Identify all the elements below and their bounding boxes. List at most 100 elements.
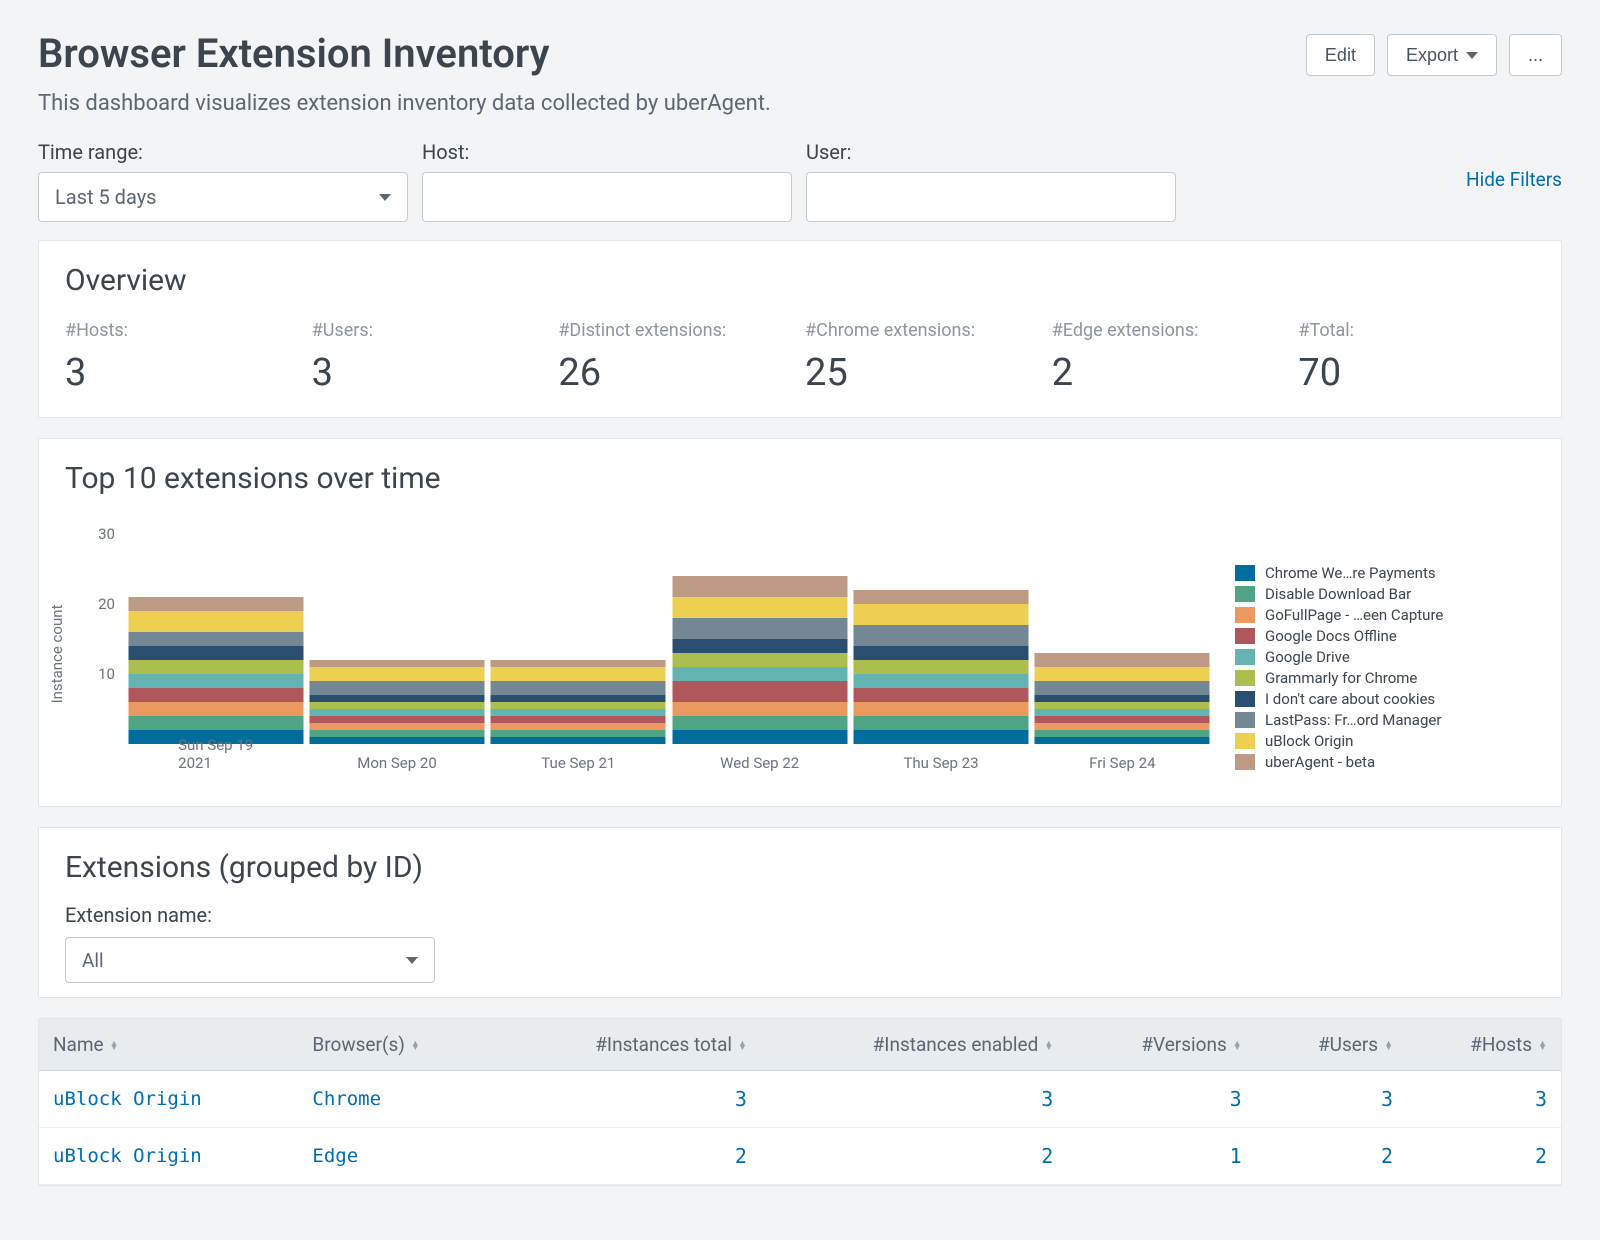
hide-filters-link[interactable]: Hide Filters	[1466, 168, 1562, 195]
legend-label: I don't care about cookies	[1265, 690, 1435, 708]
stat-value: 70	[1298, 351, 1535, 395]
user-input[interactable]	[806, 172, 1176, 222]
bar-segment	[1035, 695, 1210, 702]
column-header[interactable]: #Hosts ▲▼	[1407, 1019, 1561, 1071]
stat-value: 3	[65, 351, 302, 395]
column-header[interactable]: #Instances enabled▲▼	[761, 1019, 1067, 1071]
x-tick: Fri Sep 24	[1089, 754, 1155, 772]
x-tick: Thu Sep 23	[903, 754, 978, 772]
cell-users[interactable]: 2	[1256, 1128, 1407, 1185]
export-button[interactable]: Export	[1387, 34, 1497, 76]
stat-label: #Users:	[312, 320, 549, 341]
cell-versions[interactable]: 1	[1067, 1128, 1255, 1185]
page-title: Browser Extension Inventory	[38, 30, 550, 77]
column-label: Browser(s)	[312, 1033, 404, 1056]
y-tick: 20	[85, 595, 115, 613]
bar-segment	[128, 646, 303, 660]
column-label: #Hosts	[1470, 1033, 1532, 1056]
sort-icon: ▲▼	[1538, 1042, 1547, 1050]
column-header[interactable]: #Users▲▼	[1256, 1019, 1407, 1071]
chevron-down-icon	[1466, 52, 1478, 59]
bar-segment	[854, 688, 1029, 702]
bar-segment	[310, 681, 485, 695]
stat-label: #Edge extensions:	[1052, 320, 1289, 341]
stat-value: 26	[558, 351, 795, 395]
y-tick: 10	[85, 665, 115, 683]
sort-icon: ▲▼	[411, 1042, 420, 1050]
stat-value: 3	[312, 351, 549, 395]
cell-instances-enabled[interactable]: 2	[761, 1128, 1067, 1185]
stat-label: #Chrome extensions:	[805, 320, 1042, 341]
cell-browser[interactable]: Chrome	[298, 1071, 497, 1128]
bar-segment	[672, 639, 847, 653]
filter-bar: Time range: Last 5 days Host: User: Hide…	[38, 140, 1562, 222]
stat-value: 25	[805, 351, 1042, 395]
legend-label: Grammarly for Chrome	[1265, 669, 1417, 687]
host-input[interactable]	[422, 172, 792, 222]
bar-segment	[491, 681, 666, 695]
time-range-value: Last 5 days	[55, 185, 156, 209]
bar-segment	[491, 667, 666, 681]
bar-segment	[128, 611, 303, 632]
cell-versions[interactable]: 3	[1067, 1071, 1255, 1128]
chart-title: Top 10 extensions over time	[65, 461, 1535, 496]
more-button[interactable]: ...	[1509, 34, 1562, 76]
edit-button[interactable]: Edit	[1306, 34, 1375, 76]
bar-segment	[1035, 667, 1210, 681]
chart-panel: Top 10 extensions over time Instance cou…	[38, 438, 1562, 807]
bar-segment	[1035, 653, 1210, 667]
stat-label: #Hosts:	[65, 320, 302, 341]
legend-swatch	[1235, 586, 1255, 602]
bar-segment	[128, 597, 303, 611]
column-header[interactable]: #Versions▲▼	[1067, 1019, 1255, 1071]
user-label: User:	[806, 140, 1176, 164]
stat-label: #Distinct extensions:	[558, 320, 795, 341]
cell-instances-total[interactable]: 2	[497, 1128, 761, 1185]
legend-label: Google Drive	[1265, 648, 1350, 666]
legend-swatch	[1235, 754, 1255, 770]
sort-icon: ▲▼	[110, 1042, 119, 1050]
legend-swatch	[1235, 565, 1255, 581]
bar-group	[1035, 653, 1210, 744]
bar-segment	[310, 737, 485, 744]
x-tick: Wed Sep 22	[720, 754, 799, 772]
cell-users[interactable]: 3	[1256, 1071, 1407, 1128]
legend-swatch	[1235, 733, 1255, 749]
bar-segment	[854, 625, 1029, 646]
bar-segment	[310, 730, 485, 737]
extension-name-select[interactable]: All	[65, 937, 435, 983]
bar-segment	[310, 709, 485, 716]
cell-instances-total[interactable]: 3	[497, 1071, 761, 1128]
bar-segment	[491, 730, 666, 737]
bar-group	[491, 660, 666, 744]
chart-legend: Chrome We…re PaymentsDisable Download Ba…	[1235, 524, 1535, 784]
cell-name[interactable]: uBlock Origin	[39, 1128, 298, 1185]
bar-segment	[491, 723, 666, 730]
chart-plot: Instance count 102030Sun Sep 19 2021Mon …	[65, 524, 1213, 784]
column-header[interactable]: Browser(s) ▲▼	[298, 1019, 497, 1071]
column-header[interactable]: #Instances total▲▼	[497, 1019, 761, 1071]
bar-segment	[128, 716, 303, 730]
bar-segment	[1035, 716, 1210, 723]
cell-instances-enabled[interactable]: 3	[761, 1071, 1067, 1128]
legend-item: Google Drive	[1235, 648, 1535, 666]
cell-name[interactable]: uBlock Origin	[39, 1071, 298, 1128]
bar-segment	[1035, 702, 1210, 709]
bar-segment	[854, 604, 1029, 625]
legend-swatch	[1235, 670, 1255, 686]
legend-swatch	[1235, 712, 1255, 728]
time-range-select[interactable]: Last 5 days	[38, 172, 408, 222]
cell-hosts[interactable]: 2	[1407, 1128, 1561, 1185]
column-header[interactable]: Name▲▼	[39, 1019, 298, 1071]
sort-icon: ▲▼	[738, 1042, 747, 1050]
bar-segment	[491, 709, 666, 716]
bar-group	[128, 597, 303, 744]
bar-segment	[854, 660, 1029, 674]
cell-browser[interactable]: Edge	[298, 1128, 497, 1185]
bar-segment	[854, 646, 1029, 660]
legend-item: Google Docs Offline	[1235, 627, 1535, 645]
bar-segment	[672, 653, 847, 667]
y-axis-title: Instance count	[48, 605, 66, 704]
legend-swatch	[1235, 691, 1255, 707]
cell-hosts[interactable]: 3	[1407, 1071, 1561, 1128]
